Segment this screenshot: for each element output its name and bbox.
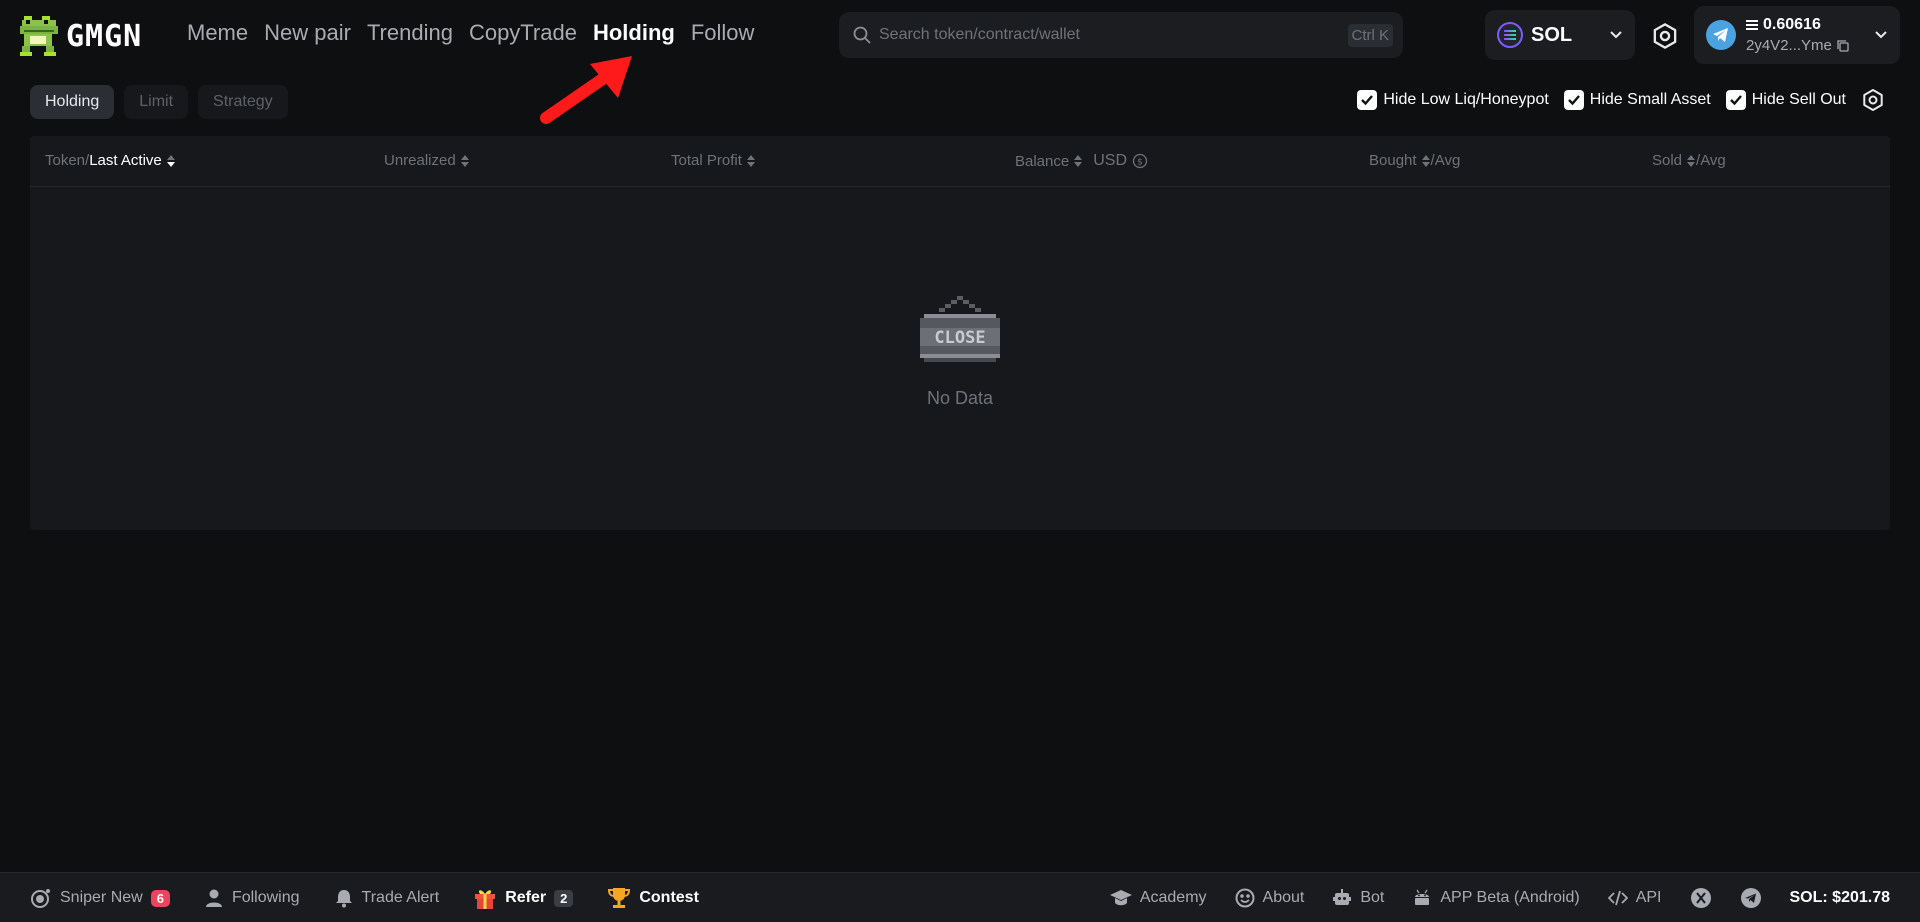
- chevron-down-icon: [1610, 31, 1622, 39]
- currency-toggle[interactable]: USD: [1093, 152, 1127, 170]
- frog-face-icon: [1235, 888, 1255, 908]
- col-balance[interactable]: Balance USD $: [1015, 152, 1148, 170]
- footer-academy[interactable]: Academy: [1109, 888, 1207, 908]
- wallet-menu[interactable]: 0.60616 2y4V2...Yme: [1694, 6, 1900, 64]
- settings-gear-icon[interactable]: [1651, 22, 1679, 50]
- tab-limit[interactable]: Limit: [124, 85, 189, 119]
- footer-api[interactable]: API: [1607, 889, 1662, 907]
- top-header: GMGN Meme New pair Trending CopyTrade Ho…: [0, 0, 1920, 70]
- trophy-icon: [608, 888, 631, 908]
- holding-subtabs: Holding Limit Strategy: [30, 85, 288, 119]
- chain-selector[interactable]: SOL: [1485, 10, 1635, 60]
- search-icon: [853, 26, 871, 44]
- col-bought-avg[interactable]: Bought /Avg: [1369, 152, 1460, 169]
- chain-name: SOL: [1531, 23, 1573, 46]
- search-shortcut-badge: Ctrl K: [1347, 23, 1393, 47]
- bell-icon: [335, 890, 352, 908]
- tab-holding[interactable]: Holding: [30, 85, 115, 119]
- sol-balance-icon: [1746, 20, 1758, 30]
- sniper-count-badge: 6: [150, 889, 170, 907]
- red-arrow-icon: [540, 56, 632, 124]
- col-sold-avg[interactable]: Sold /Avg: [1652, 152, 1726, 169]
- filter-hide-low-liq[interactable]: Hide Low Liq/Honeypot: [1357, 90, 1549, 110]
- holdings-table: Token/Last Active Unrealized Total Profi…: [30, 136, 1890, 530]
- currency-switch-icon[interactable]: $: [1132, 153, 1148, 169]
- gift-icon: [475, 890, 496, 909]
- refer-count-badge: 2: [554, 889, 574, 907]
- chevron-down-icon: [1875, 31, 1887, 39]
- brand-name: GMGN: [66, 18, 143, 54]
- nav-copytrade[interactable]: CopyTrade: [469, 20, 577, 46]
- footer-refer[interactable]: Refer 2: [473, 886, 574, 910]
- col-unrealized[interactable]: Unrealized: [384, 152, 469, 169]
- checkbox-checked-icon[interactable]: [1563, 90, 1584, 110]
- footer-about[interactable]: About: [1235, 888, 1304, 908]
- col-total-profit[interactable]: Total Profit: [671, 152, 755, 169]
- col-token-last-active[interactable]: Token/Last Active: [45, 152, 175, 169]
- footer-app-beta[interactable]: APP Beta (Android): [1412, 888, 1580, 908]
- wallet-address: 2y4V2...Yme: [1746, 37, 1832, 54]
- sort-icon: [1074, 155, 1083, 167]
- wallet-balance: 0.60616: [1763, 16, 1821, 33]
- checkbox-checked-icon[interactable]: [1725, 90, 1746, 110]
- nav-new-pair[interactable]: New pair: [264, 20, 351, 46]
- graduation-cap-icon: [1109, 890, 1132, 906]
- android-icon: [1415, 889, 1430, 905]
- sort-icon: [1687, 154, 1696, 167]
- empty-text: No Data: [926, 388, 994, 408]
- nav-follow[interactable]: Follow: [691, 20, 755, 46]
- telegram-icon[interactable]: [1740, 887, 1762, 909]
- sort-icon: [166, 154, 175, 167]
- empty-sign-text: CLOSE: [934, 328, 985, 348]
- nav-meme[interactable]: Meme: [187, 20, 248, 46]
- filter-hide-small-asset[interactable]: Hide Small Asset: [1563, 90, 1711, 110]
- tab-strategy[interactable]: Strategy: [198, 85, 288, 119]
- footer-following[interactable]: Following: [204, 888, 300, 908]
- footer-bot[interactable]: Bot: [1332, 888, 1384, 908]
- solana-icon: [1497, 22, 1523, 48]
- sort-icon: [460, 154, 469, 167]
- sniper-radar-icon: [31, 889, 50, 908]
- holding-filters: Hide Low Liq/Honeypot Hide Small Asset H…: [1357, 88, 1885, 112]
- checkbox-checked-icon[interactable]: [1357, 90, 1378, 110]
- empty-state: CLOSE No Data: [920, 296, 1000, 409]
- sort-icon: [746, 154, 755, 167]
- table-settings-gear-icon[interactable]: [1861, 88, 1885, 112]
- footer-contest[interactable]: Contest: [607, 886, 699, 910]
- robot-icon: [1333, 889, 1352, 905]
- telegram-avatar-icon: [1706, 20, 1736, 50]
- search-box[interactable]: Ctrl K: [839, 12, 1403, 58]
- nav-holding[interactable]: Holding: [593, 20, 675, 46]
- footer-trade-alert[interactable]: Trade Alert: [334, 888, 439, 908]
- search-input[interactable]: [879, 26, 1348, 44]
- x-twitter-icon[interactable]: [1690, 887, 1712, 909]
- nav-trending[interactable]: Trending: [367, 20, 453, 46]
- user-icon: [205, 889, 222, 907]
- closed-sign-icon: CLOSE: [920, 296, 1000, 362]
- footer-bar: Sniper New 6 Following Trade Alert Refer…: [0, 872, 1920, 922]
- gmgn-logo[interactable]: GMGN: [18, 16, 142, 56]
- footer-sniper-new[interactable]: Sniper New 6: [30, 887, 170, 909]
- filter-hide-sell-out[interactable]: Hide Sell Out: [1725, 90, 1846, 110]
- svg-text:$: $: [1137, 158, 1143, 168]
- copy-icon[interactable]: [1837, 39, 1849, 52]
- main-nav: Meme New pair Trending CopyTrade Holding…: [187, 20, 754, 46]
- table-header: Token/Last Active Unrealized Total Profi…: [30, 136, 1890, 187]
- frog-logo-icon: [20, 16, 58, 56]
- sol-price: SOL: $201.78: [1789, 889, 1891, 906]
- sort-icon: [1421, 154, 1430, 167]
- code-icon: [1607, 890, 1628, 906]
